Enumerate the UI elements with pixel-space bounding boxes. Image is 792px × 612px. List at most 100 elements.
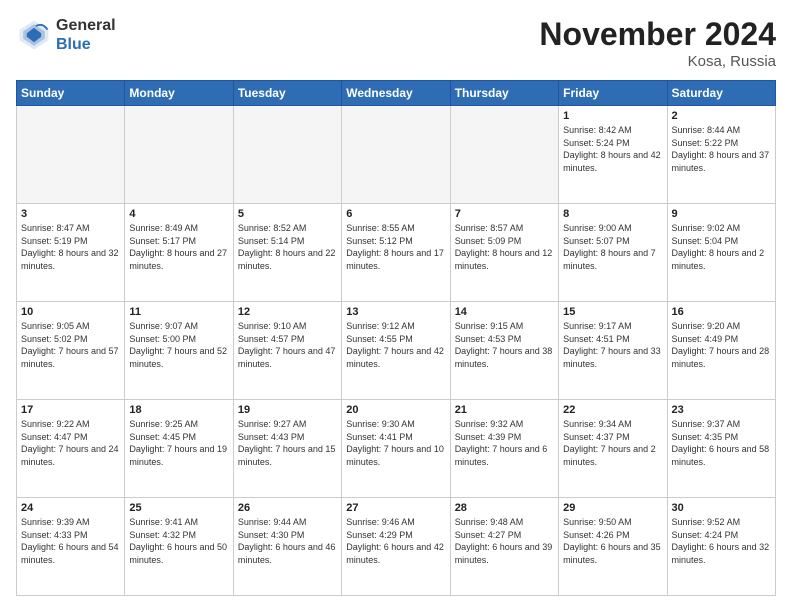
weekday-header-friday: Friday xyxy=(559,81,667,106)
calendar-cell: 25 Sunrise: 9:41 AM Sunset: 4:32 PM Dayli… xyxy=(125,498,233,596)
day-info: Sunrise: 8:47 AM Sunset: 5:19 PM Dayligh… xyxy=(21,222,120,272)
day-number: 7 xyxy=(455,208,554,220)
day-info: Sunrise: 9:20 AM Sunset: 4:49 PM Dayligh… xyxy=(672,320,771,370)
calendar-cell: 8Sunrise: 9:00 AM Sunset: 5:07 PM Daylig… xyxy=(559,204,667,302)
calendar-cell: 3Sunrise: 8:47 AM Sunset: 5:19 PM Daylig… xyxy=(17,204,125,302)
day-info: Sunrise: 9:17 AM Sunset: 4:51 PM Dayligh… xyxy=(563,320,662,370)
day-info: Sunrise: 8:42 AM Sunset: 5:24 PM Dayligh… xyxy=(563,124,662,174)
weekday-header-thursday: Thursday xyxy=(450,81,558,106)
day-info: Sunrise: 9:22 AM Sunset: 4:47 PM Dayligh… xyxy=(21,418,120,468)
day-info: Sunrise: 9:48 AM Sunset: 4:27 PM Dayligh… xyxy=(455,516,554,566)
month-title: November 2024 xyxy=(539,16,776,53)
header: General Blue November 2024 Kosa, Russia xyxy=(16,16,776,70)
calendar-cell: 28 Sunrise: 9:48 AM Sunset: 4:27 PM Dayli… xyxy=(450,498,558,596)
day-info: Sunrise: 8:44 AM Sunset: 5:22 PM Dayligh… xyxy=(672,124,771,174)
day-info: Sunrise: 9:41 AM Sunset: 4:32 PM Dayligh… xyxy=(129,516,228,566)
day-number: 22 xyxy=(563,404,662,416)
day-info: Sunrise: 9:32 AM Sunset: 4:39 PM Dayligh… xyxy=(455,418,554,468)
page: General Blue November 2024 Kosa, Russia … xyxy=(0,0,792,612)
day-info: Sunrise: 9:10 AM Sunset: 4:57 PM Dayligh… xyxy=(238,320,337,370)
day-number: 28 xyxy=(455,502,554,514)
weekday-header-tuesday: Tuesday xyxy=(233,81,341,106)
day-info: Sunrise: 9:07 AM Sunset: 5:00 PM Dayligh… xyxy=(129,320,228,370)
day-info: Sunrise: 9:44 AM Sunset: 4:30 PM Dayligh… xyxy=(238,516,337,566)
day-info: Sunrise: 9:30 AM Sunset: 4:41 PM Dayligh… xyxy=(346,418,445,468)
day-number: 23 xyxy=(672,404,771,416)
calendar-cell xyxy=(450,106,558,204)
calendar-cell: 5Sunrise: 8:52 AM Sunset: 5:14 PM Daylig… xyxy=(233,204,341,302)
day-number: 2 xyxy=(672,110,771,122)
weekday-header-wednesday: Wednesday xyxy=(342,81,450,106)
calendar-cell xyxy=(233,106,341,204)
calendar-week-5: 24Sunrise: 9:39 AM Sunset: 4:33 PM Dayli… xyxy=(17,498,776,596)
day-number: 11 xyxy=(129,306,228,318)
calendar-cell: 1 Sunrise: 8:42 AM Sunset: 5:24 PM Daylig… xyxy=(559,106,667,204)
day-number: 1 xyxy=(563,110,662,122)
day-number: 26 xyxy=(238,502,337,514)
calendar-cell: 10Sunrise: 9:05 AM Sunset: 5:02 PM Dayli… xyxy=(17,302,125,400)
weekday-header-row: SundayMondayTuesdayWednesdayThursdayFrid… xyxy=(17,81,776,106)
calendar-cell: 11 Sunrise: 9:07 AM Sunset: 5:00 PM Dayli… xyxy=(125,302,233,400)
day-number: 13 xyxy=(346,306,445,318)
weekday-header-saturday: Saturday xyxy=(667,81,775,106)
calendar-cell: 18 Sunrise: 9:25 AM Sunset: 4:45 PM Dayli… xyxy=(125,400,233,498)
calendar-cell: 29 Sunrise: 9:50 AM Sunset: 4:26 PM Dayli… xyxy=(559,498,667,596)
day-number: 27 xyxy=(346,502,445,514)
calendar-cell: 16 Sunrise: 9:20 AM Sunset: 4:49 PM Dayli… xyxy=(667,302,775,400)
day-info: Sunrise: 8:55 AM Sunset: 5:12 PM Dayligh… xyxy=(346,222,445,272)
day-info: Sunrise: 9:50 AM Sunset: 4:26 PM Dayligh… xyxy=(563,516,662,566)
calendar-cell: 17 Sunrise: 9:22 AM Sunset: 4:47 PM Dayli… xyxy=(17,400,125,498)
calendar-cell: 15 Sunrise: 9:17 AM Sunset: 4:51 PM Dayli… xyxy=(559,302,667,400)
calendar-cell: 9 Sunrise: 9:02 AM Sunset: 5:04 PM Daylig… xyxy=(667,204,775,302)
calendar-cell: 13 Sunrise: 9:12 AM Sunset: 4:55 PM Dayli… xyxy=(342,302,450,400)
title-block: November 2024 Kosa, Russia xyxy=(539,16,776,70)
calendar-cell: 4 Sunrise: 8:49 AM Sunset: 5:17 PM Daylig… xyxy=(125,204,233,302)
calendar-week-1: 1 Sunrise: 8:42 AM Sunset: 5:24 PM Daylig… xyxy=(17,106,776,204)
day-info: Sunrise: 8:57 AM Sunset: 5:09 PM Dayligh… xyxy=(455,222,554,272)
weekday-header-monday: Monday xyxy=(125,81,233,106)
calendar-cell: 7 Sunrise: 8:57 AM Sunset: 5:09 PM Daylig… xyxy=(450,204,558,302)
logo: General Blue xyxy=(16,16,116,54)
day-number: 6 xyxy=(346,208,445,220)
day-number: 15 xyxy=(563,306,662,318)
day-number: 20 xyxy=(346,404,445,416)
day-info: Sunrise: 9:15 AM Sunset: 4:53 PM Dayligh… xyxy=(455,320,554,370)
calendar-week-2: 3Sunrise: 8:47 AM Sunset: 5:19 PM Daylig… xyxy=(17,204,776,302)
day-number: 5 xyxy=(238,208,337,220)
day-number: 18 xyxy=(129,404,228,416)
day-info: Sunrise: 9:34 AM Sunset: 4:37 PM Dayligh… xyxy=(563,418,662,468)
calendar-cell: 24Sunrise: 9:39 AM Sunset: 4:33 PM Dayli… xyxy=(17,498,125,596)
calendar-table: SundayMondayTuesdayWednesdayThursdayFrid… xyxy=(16,80,776,596)
calendar-cell: 26 Sunrise: 9:44 AM Sunset: 4:30 PM Dayli… xyxy=(233,498,341,596)
calendar-cell: 6 Sunrise: 8:55 AM Sunset: 5:12 PM Daylig… xyxy=(342,204,450,302)
day-info: Sunrise: 9:02 AM Sunset: 5:04 PM Dayligh… xyxy=(672,222,771,272)
day-info: Sunrise: 9:46 AM Sunset: 4:29 PM Dayligh… xyxy=(346,516,445,566)
calendar-cell xyxy=(17,106,125,204)
calendar-body: 1 Sunrise: 8:42 AM Sunset: 5:24 PM Daylig… xyxy=(17,106,776,596)
calendar-header: SundayMondayTuesdayWednesdayThursdayFrid… xyxy=(17,81,776,106)
logo-blue: Blue xyxy=(56,35,116,54)
weekday-header-sunday: Sunday xyxy=(17,81,125,106)
calendar-cell: 27 Sunrise: 9:46 AM Sunset: 4:29 PM Dayli… xyxy=(342,498,450,596)
day-info: Sunrise: 9:12 AM Sunset: 4:55 PM Dayligh… xyxy=(346,320,445,370)
logo-general: General xyxy=(56,16,116,35)
day-info: Sunrise: 9:05 AM Sunset: 5:02 PM Dayligh… xyxy=(21,320,120,370)
location: Kosa, Russia xyxy=(539,53,776,70)
calendar-cell xyxy=(342,106,450,204)
day-number: 4 xyxy=(129,208,228,220)
day-number: 9 xyxy=(672,208,771,220)
logo-icon xyxy=(16,17,52,53)
day-number: 25 xyxy=(129,502,228,514)
calendar-cell: 19Sunrise: 9:27 AM Sunset: 4:43 PM Dayli… xyxy=(233,400,341,498)
calendar-cell: 20 Sunrise: 9:30 AM Sunset: 4:41 PM Dayli… xyxy=(342,400,450,498)
day-info: Sunrise: 9:39 AM Sunset: 4:33 PM Dayligh… xyxy=(21,516,120,566)
day-number: 21 xyxy=(455,404,554,416)
day-number: 16 xyxy=(672,306,771,318)
day-number: 17 xyxy=(21,404,120,416)
day-number: 29 xyxy=(563,502,662,514)
day-info: Sunrise: 9:37 AM Sunset: 4:35 PM Dayligh… xyxy=(672,418,771,468)
day-info: Sunrise: 8:49 AM Sunset: 5:17 PM Dayligh… xyxy=(129,222,228,272)
calendar-week-3: 10Sunrise: 9:05 AM Sunset: 5:02 PM Dayli… xyxy=(17,302,776,400)
day-info: Sunrise: 9:25 AM Sunset: 4:45 PM Dayligh… xyxy=(129,418,228,468)
day-info: Sunrise: 9:52 AM Sunset: 4:24 PM Dayligh… xyxy=(672,516,771,566)
